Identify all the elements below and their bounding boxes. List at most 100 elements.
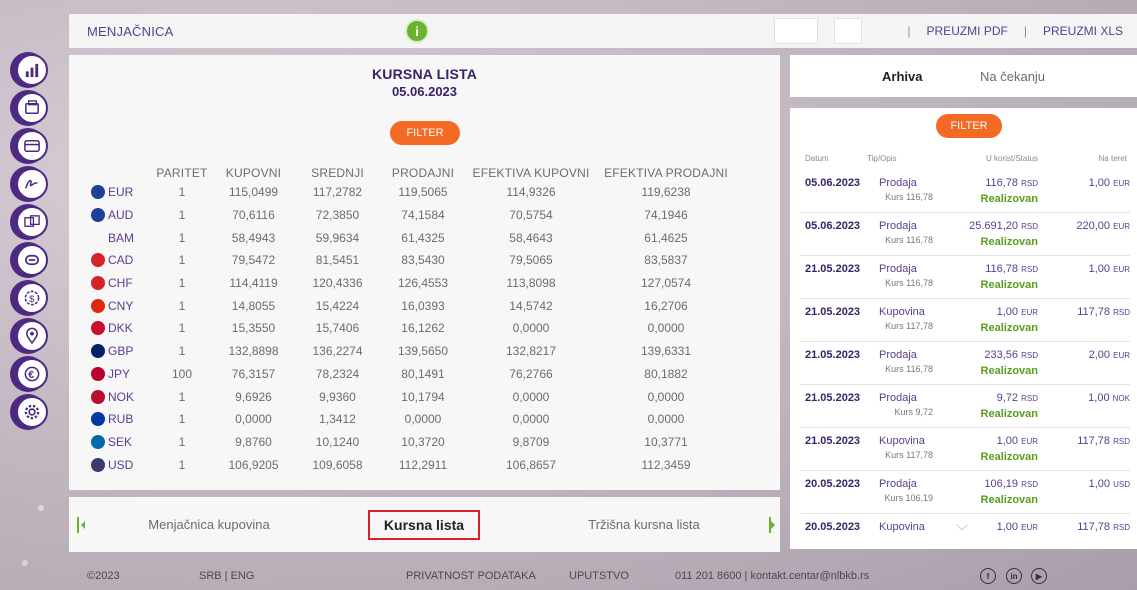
privacy-link[interactable]: PRIVATNOST PODATAKA	[406, 570, 536, 582]
dollar-coin-icon: $	[16, 282, 48, 314]
rate-cell-kupovni: 9,8760	[235, 434, 272, 449]
rate-cell-srednji: 117,2782	[312, 185, 363, 200]
transaction-credit: 233,56 RSD	[984, 349, 1038, 361]
tab-archive[interactable]: Arhiva	[882, 69, 922, 84]
credit-amount: 116,78	[985, 177, 1019, 189]
tab-label: Tržišna kursna lista	[588, 517, 700, 532]
transaction-credit: 116,78 RSD	[985, 263, 1038, 275]
transaction-item[interactable]: 05.06.2023 Prodaja Kurs 116,78 116,78 RSD Re…	[800, 170, 1130, 213]
rate-cell-srednji: 9,9360	[319, 389, 356, 404]
youtube-icon[interactable]: ▶	[1031, 568, 1047, 584]
rate-cell-paritet: 1	[178, 389, 186, 404]
transaction-item[interactable]: 21.05.2023 Prodaja Kurs 116,78 116,78 RSD Re…	[800, 256, 1130, 299]
prev-arrow-icon[interactable]	[77, 517, 85, 533]
currency-code: JPY	[108, 366, 131, 381]
sidebar-button-card[interactable]	[10, 128, 48, 164]
next-arrow-icon[interactable]	[763, 517, 775, 533]
rate-cell-paritet: 1	[178, 230, 186, 245]
currency-cell: CNY	[91, 294, 153, 317]
tab-menjacnica-kupovina[interactable]: Menjačnica kupovina	[129, 497, 289, 552]
rate-cell-srednji: 81,5451	[315, 253, 360, 268]
transaction-credit: 9,72 RSD	[997, 392, 1038, 404]
contact-info: 011 201 8600 | kontakt.centar@nlbkb.rs	[675, 570, 870, 582]
facebook-icon[interactable]: f	[980, 568, 996, 584]
currency-cell: CAD	[91, 249, 153, 272]
sidebar-button-signature[interactable]	[10, 166, 48, 202]
exchange-rate-panel: KURSNA LISTA 05.06.2023 FILTER PARITET KU…	[69, 55, 780, 490]
transaction-item[interactable]: 21.05.2023 Prodaja Kurs 116,78 233,56 RSD Re…	[800, 342, 1130, 385]
linkedin-icon[interactable]: in	[1006, 568, 1022, 584]
transaction-item[interactable]: 21.05.2023 Prodaja Kurs 9,72 9,72 RSD Realiz…	[800, 385, 1130, 428]
currency-code: EUR	[108, 185, 134, 200]
transactions-panel: FILTER Datum Tip/Opis U korist/Status Na…	[790, 108, 1137, 549]
svg-text:€: €	[28, 370, 34, 381]
credit-currency: RSD	[1021, 179, 1038, 188]
archive-filter-button[interactable]: FILTER	[936, 114, 1002, 138]
transaction-type: Prodaja	[879, 177, 917, 189]
rate-cell-ef-kupovni: 113,8098	[506, 276, 556, 291]
transaction-item[interactable]: 20.05.2023 Kupovina 1,00 EUR 117,78 RSD	[800, 514, 1130, 549]
rate-cell-ef-kupovni: 58,4643	[509, 230, 553, 245]
sidebar-button-wallet[interactable]	[10, 90, 48, 126]
sidebar-button-loan[interactable]	[10, 242, 48, 278]
flag-icon	[91, 276, 105, 291]
tab-trzisna-kursna-lista[interactable]: Tržišna kursna lista	[574, 497, 714, 552]
download-xls-link[interactable]: PREUZMI XLS	[1043, 24, 1123, 38]
rate-cell-kupovni: 114,4119	[229, 276, 278, 291]
transaction-item[interactable]: 21.05.2023 Kupovina Kurs 117,78 1,00 EUR Rea…	[800, 299, 1130, 342]
sidebar-button-bar-chart[interactable]	[10, 52, 48, 88]
currency-code: SEK	[108, 434, 133, 449]
sidebar-button-money-transfer[interactable]	[10, 204, 48, 240]
rate-cell-paritet: 1	[178, 344, 186, 359]
sidebar-button-gear[interactable]	[10, 394, 48, 430]
info-icon[interactable]: i	[405, 19, 429, 43]
rate-cell-ef-prodajni: 112,3459	[641, 457, 691, 472]
background-dot	[22, 560, 28, 566]
signature-icon	[16, 168, 48, 200]
transaction-rate: Kurs 106,19	[884, 493, 933, 503]
euro-exchange-icon: €	[16, 358, 48, 390]
rate-cell-kupovni: 0,0000	[235, 412, 272, 427]
transaction-item[interactable]: 20.05.2023 Prodaja Kurs 106,19 106,19 RSD Re…	[800, 471, 1130, 514]
separator: |	[907, 24, 911, 38]
guide-link[interactable]: UPUTSTVO	[569, 570, 629, 582]
download-pdf-link[interactable]: PREUZMI PDF	[927, 24, 1008, 38]
rate-cell-ef-prodajni: 0,0000	[647, 412, 685, 427]
svg-text:$: $	[29, 294, 35, 305]
flag-icon	[91, 253, 105, 268]
tab-label: Kursna lista	[367, 509, 481, 540]
sidebar-button-dollar-coin[interactable]: $	[10, 280, 48, 316]
transaction-type: Kupovina	[879, 306, 925, 318]
rate-cell-srednji: 136,2274	[312, 344, 363, 359]
tab-pending[interactable]: Na čekanju	[980, 69, 1045, 84]
sidebar-button-location-pin[interactable]	[10, 318, 48, 354]
top-empty-box[interactable]	[774, 18, 818, 44]
tab-kursna-lista[interactable]: Kursna lista	[359, 497, 489, 552]
transaction-item[interactable]: 05.06.2023 Prodaja Kurs 116,78 25.691,20 RS…	[800, 213, 1130, 256]
transaction-type: Kupovina	[879, 521, 925, 533]
top-empty-box[interactable]	[834, 18, 862, 44]
language-switch[interactable]: SRB | ENG	[199, 570, 254, 582]
filter-button[interactable]: FILTER	[390, 121, 460, 145]
transactions-list: 05.06.2023 Prodaja Kurs 116,78 116,78 RSD Re…	[800, 170, 1130, 549]
flag-icon	[91, 457, 105, 472]
column-header-currency	[91, 164, 153, 181]
column-header: PARITET	[156, 165, 208, 180]
rate-cell-ef-prodajni: 74,1946	[644, 208, 688, 223]
sidebar-button-euro-exchange[interactable]: €	[10, 356, 48, 392]
transaction-debit: 117,78 RSD	[1077, 306, 1130, 318]
transaction-rate: Kurs 116,78	[885, 364, 933, 374]
currency-cell: GBP	[91, 340, 153, 363]
card-icon	[16, 130, 48, 162]
debit-amount: 117,78	[1077, 306, 1111, 318]
currency-code: NOK	[108, 389, 135, 404]
debit-amount: 1,00	[1088, 392, 1110, 404]
table-row: SEK 1 9,8760 10,1240 10,3720 9,8709 10,3771	[91, 431, 737, 454]
credit-amount: 1,00	[996, 306, 1019, 318]
footer-copyright: ©2023	[87, 570, 120, 582]
transaction-item[interactable]: 21.05.2023 Kupovina Kurs 117,78 1,00 EUR Rea…	[800, 428, 1130, 471]
background-dot	[38, 505, 44, 511]
credit-currency: RSD	[1021, 222, 1038, 231]
currency-cell: EUR	[91, 181, 153, 204]
currency-code: CHF	[108, 276, 133, 291]
